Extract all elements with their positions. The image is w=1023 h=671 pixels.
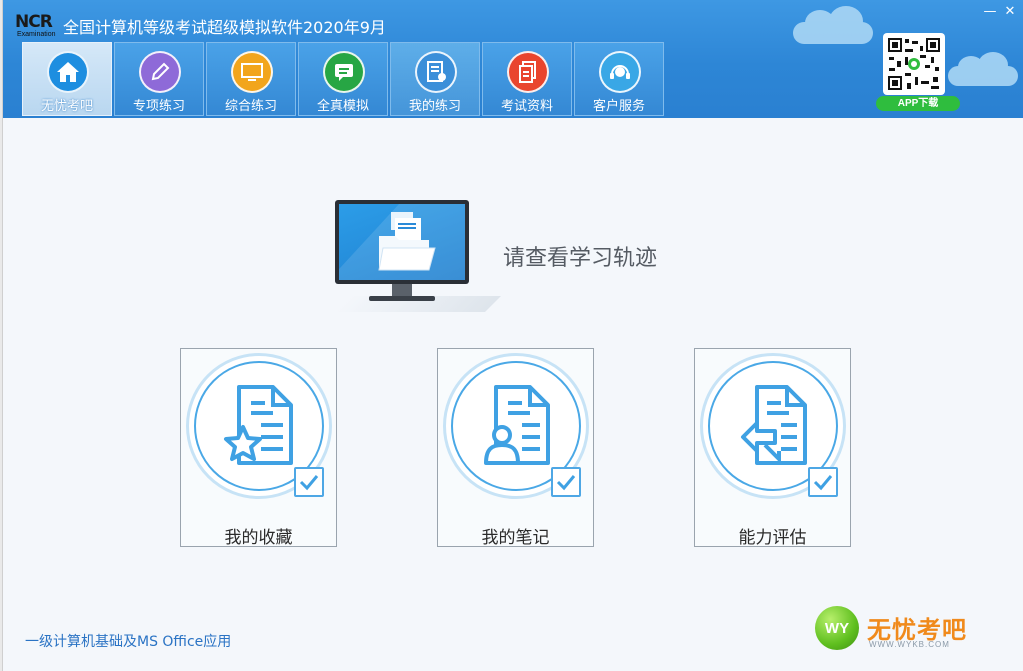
tab-exam-materials[interactable]: 考试资料 — [482, 42, 572, 116]
window-controls: — ✕ — [983, 4, 1017, 19]
learning-track-illustration — [335, 200, 501, 312]
monitor-stand — [392, 284, 412, 296]
app-window: NCR Examination 全国计算机等级考试超级模拟软件2020年9月 —… — [3, 0, 1023, 671]
brand-url: WWW.WYKB.COM — [869, 640, 950, 649]
learning-track-prompt: 请查看学习轨迹 — [503, 246, 658, 271]
tab-comprehensive-practice[interactable]: 综合练习 — [206, 42, 296, 116]
app-qr-code[interactable] — [883, 33, 945, 95]
document-user-icon — [415, 51, 457, 93]
tab-mock-exam[interactable]: 全真模拟 — [298, 42, 388, 116]
tab-label: 我的练习 — [408, 99, 461, 114]
tab-my-practice[interactable]: 我的练习 — [390, 42, 480, 116]
card-label: 我的收藏 — [224, 528, 293, 548]
ability-assessment-card[interactable]: 能力评估 — [694, 348, 851, 548]
card-label: 能力评估 — [738, 528, 807, 548]
monitor-screen — [335, 200, 469, 284]
tab-label: 无忧考吧 — [40, 99, 93, 114]
main-nav-tabs: 无忧考吧 专项练习 综合练习 全真模拟 我的练习 考试资料 客户服务 — [22, 42, 664, 116]
cloud-decoration — [948, 52, 1018, 86]
checkbox-checked-icon — [294, 467, 324, 497]
tab-label: 考试资料 — [500, 99, 553, 114]
checkbox-checked-icon — [551, 467, 581, 497]
headset-icon — [599, 51, 641, 93]
files-icon — [507, 51, 549, 93]
monitor-base — [369, 296, 435, 301]
tab-special-practice[interactable]: 专项练习 — [114, 42, 204, 116]
assessment-document-icon — [741, 385, 807, 465]
cloud-decoration — [793, 6, 873, 44]
tab-label: 综合练习 — [224, 99, 277, 114]
folder-icon — [339, 204, 465, 280]
close-icon[interactable]: ✕ — [1003, 4, 1017, 19]
pencil-icon — [139, 51, 181, 93]
current-subject-label[interactable]: 一级计算机基础及MS Office应用 — [25, 631, 231, 651]
home-icon — [47, 51, 89, 93]
header-bar: NCR Examination 全国计算机等级考试超级模拟软件2020年9月 —… — [3, 0, 1023, 118]
monitor-icon — [231, 51, 273, 93]
tab-label: 专项练习 — [132, 99, 185, 114]
ncre-logo: NCR Examination — [15, 12, 63, 42]
tab-home[interactable]: 无忧考吧 — [22, 42, 112, 116]
minimize-icon[interactable]: — — [983, 4, 997, 19]
tab-label: 客户服务 — [592, 99, 645, 114]
my-favorites-card[interactable]: 我的收藏 — [180, 348, 337, 548]
brand-ball-icon: WY — [815, 606, 859, 650]
qr-code-image — [887, 37, 941, 91]
checkbox-checked-icon — [808, 467, 838, 497]
user-document-icon — [484, 385, 550, 465]
logo-subtext: Examination — [17, 31, 56, 38]
tab-label: 全真模拟 — [316, 99, 369, 114]
app-download-badge[interactable]: APP下载 — [876, 96, 960, 111]
logo-text: NCR — [15, 12, 53, 32]
main-content: 请查看学习轨迹 我的收藏 我的笔记 能力评估 一级计算机基础及MS Office… — [3, 118, 1023, 671]
my-notes-card[interactable]: 我的笔记 — [437, 348, 594, 548]
card-label: 我的笔记 — [481, 528, 550, 548]
chat-icon — [323, 51, 365, 93]
favorite-document-icon — [224, 385, 293, 465]
brand-logo: WY 无忧考吧 WWW.WYKB.COM — [815, 606, 985, 656]
tab-customer-service[interactable]: 客户服务 — [574, 42, 664, 116]
app-title: 全国计算机等级考试超级模拟软件2020年9月 — [63, 18, 386, 37]
